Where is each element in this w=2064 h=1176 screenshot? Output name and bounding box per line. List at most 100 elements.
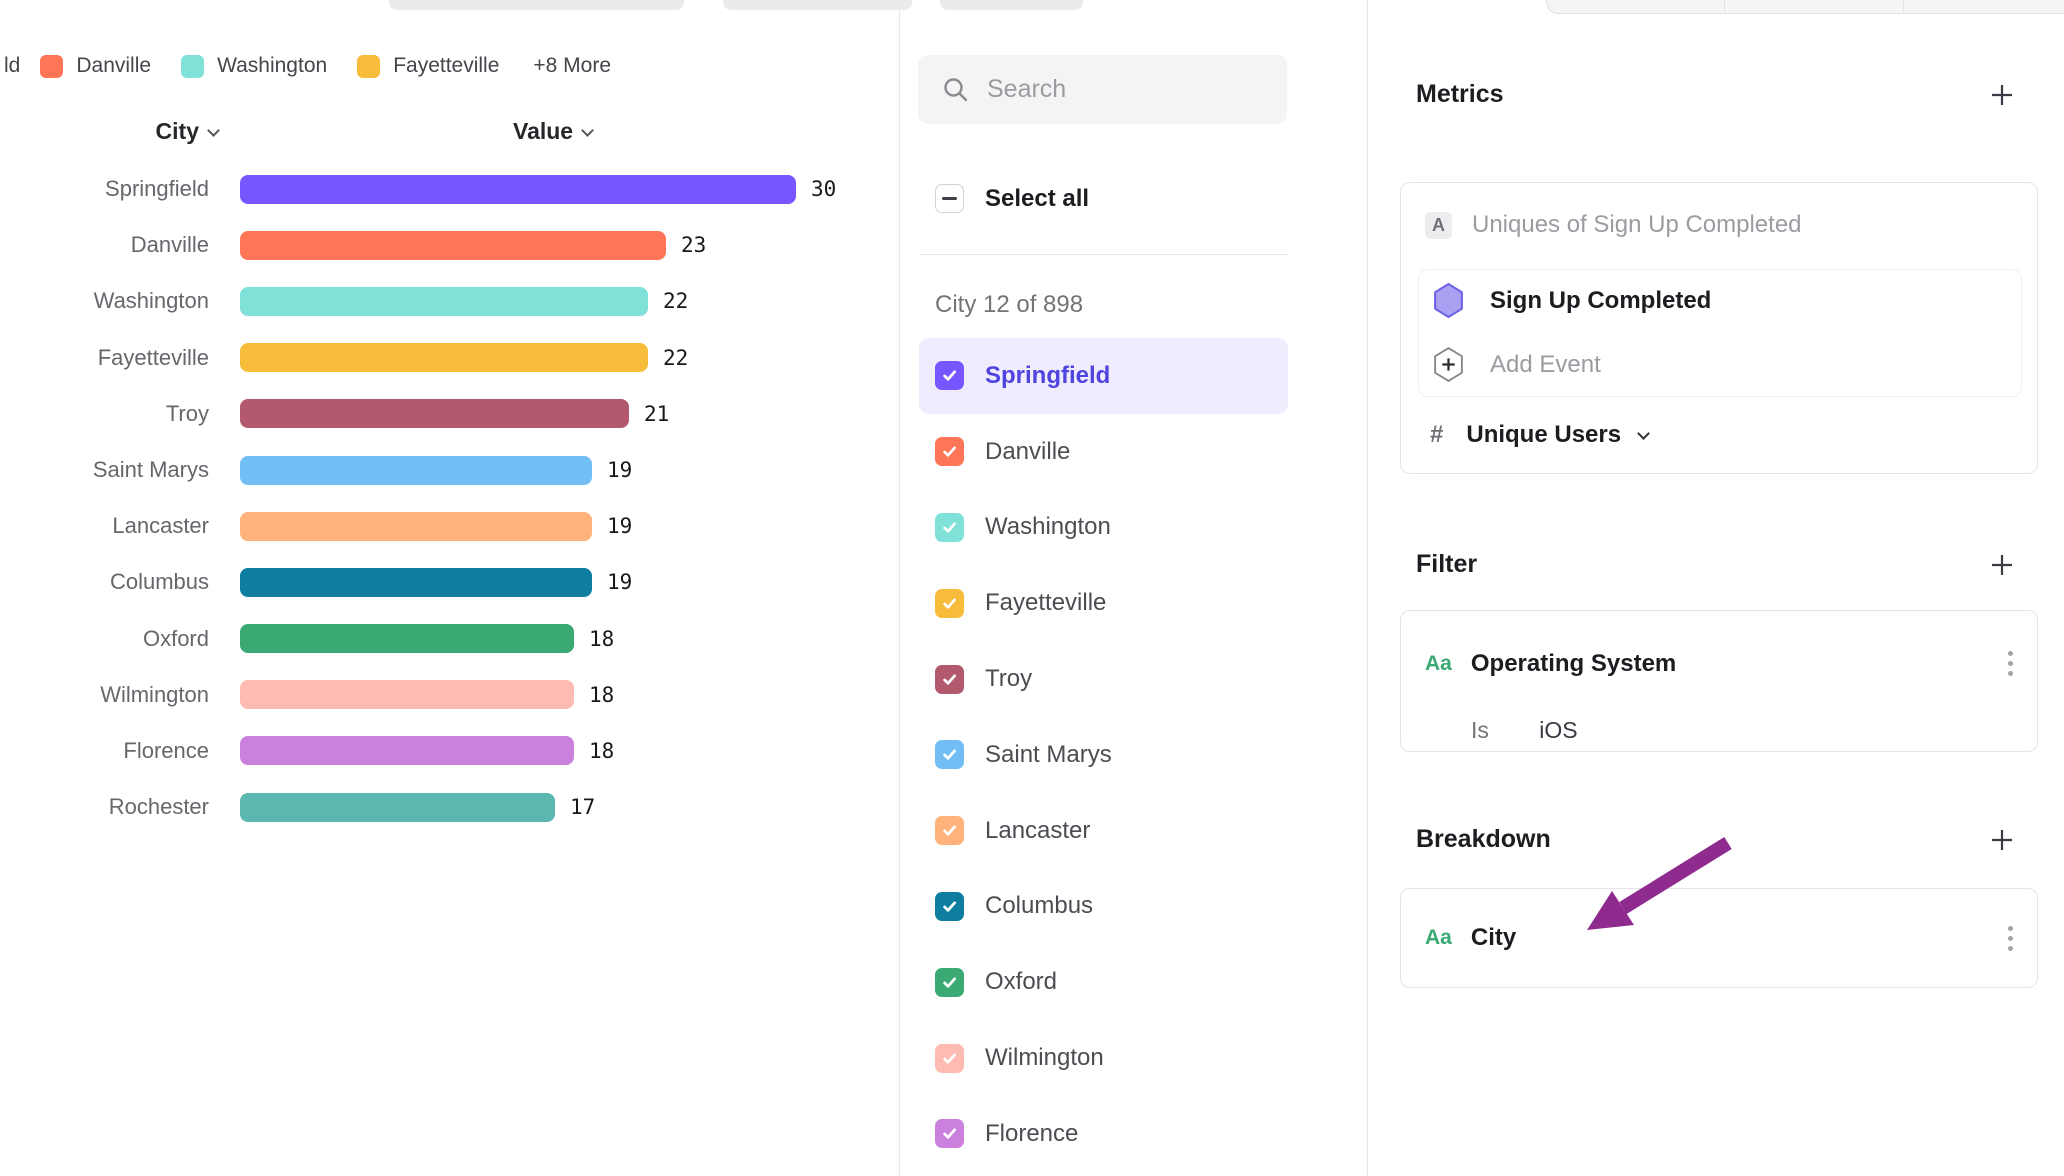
bar[interactable] [240,512,592,541]
bar-row: Troy 21 [0,386,899,442]
bar-category-label: Troy [0,401,209,427]
kebab-menu-icon[interactable] [2004,922,2017,955]
bar[interactable] [240,287,648,316]
city-checkbox[interactable] [935,665,964,694]
city-list-item[interactable]: Columbus [919,869,1288,945]
check-icon [941,519,958,536]
city-checkbox[interactable] [935,1119,964,1148]
legend-item[interactable]: Washington [181,54,327,78]
city-list-item[interactable]: Fayetteville [919,565,1288,641]
city-list-item[interactable]: Washington [919,490,1288,566]
search-box[interactable] [918,55,1287,124]
legend-item[interactable]: Fayetteville [357,54,499,78]
bar-row: Danville 23 [0,217,899,273]
select-all-label: Select all [985,185,1089,213]
chevron-down-icon [1637,427,1650,440]
bar[interactable] [240,736,574,765]
breakdown-section-header: Breakdown [1416,825,2016,854]
bar[interactable] [240,624,574,653]
bar[interactable] [240,231,666,260]
city-label: Oxford [985,968,1057,996]
bar[interactable] [240,175,796,204]
bar-row: Springfield 30 [0,161,899,217]
search-input[interactable] [987,75,1267,104]
check-icon [941,1050,958,1067]
measure-label: Unique Users [1466,421,1621,449]
bar[interactable] [240,343,648,372]
city-list-item[interactable]: Troy [919,641,1288,717]
event-name: Sign Up Completed [1490,287,1711,315]
plus-icon [1988,81,2016,109]
filter-operator[interactable]: Is [1471,717,1489,743]
bar[interactable] [240,793,555,822]
event-row[interactable]: Sign Up Completed [1433,283,1711,318]
add-metric-button[interactable] [1988,81,2016,109]
city-list-item[interactable]: Wilmington [919,1020,1288,1096]
tab-divider [1724,0,1725,13]
city-checkbox[interactable] [935,437,964,466]
legend-partial-label: ld [4,54,20,78]
city-label: Washington [985,513,1111,541]
bar[interactable] [240,456,592,485]
bar[interactable] [240,399,629,428]
bar-category-label: Saint Marys [0,457,209,483]
clipped-top-fragment [940,0,1083,10]
bar-value-label: 22 [663,289,688,313]
filter-property-row[interactable]: Aa Operating System [1425,647,2017,680]
select-all-row[interactable]: Select all [935,184,1089,213]
metrics-title: Metrics [1416,80,1504,109]
add-breakdown-button[interactable] [1988,826,2016,854]
city-list-item[interactable]: Oxford [919,944,1288,1020]
add-event-row[interactable]: Add Event [1433,347,1601,382]
city-checkbox[interactable] [935,892,964,921]
city-list-item[interactable]: Danville [919,414,1288,490]
bar-value-label: 17 [570,795,595,819]
city-checkbox[interactable] [935,361,964,390]
measure-dropdown[interactable]: # Unique Users [1430,421,1648,449]
city-checkbox[interactable] [935,740,964,769]
event-group-card: Sign Up Completed Add Event [1418,269,2022,397]
city-list-item[interactable]: Lancaster [919,793,1288,869]
city-list-item[interactable]: Springfield [919,338,1288,414]
city-label: Columbus [985,892,1093,920]
city-list: Springfield Danville Washington Fayettev… [919,338,1288,1172]
city-checkbox[interactable] [935,1044,964,1073]
chevron-down-icon [581,124,594,137]
city-checkbox[interactable] [935,816,964,845]
divider [919,254,1288,255]
bar-value-label: 19 [607,458,632,482]
select-all-checkbox[interactable] [935,184,964,213]
city-selector-panel: Select all City 12 of 898 Springfield Da… [899,0,1368,1176]
add-filter-button[interactable] [1988,551,2016,579]
bar-chart-rows: Springfield 30 Danville 23 Washington 22… [0,161,899,835]
city-checkbox[interactable] [935,513,964,542]
bar-category-label: Oxford [0,626,209,652]
city-label: Lancaster [985,817,1090,845]
metric-summary: Uniques of Sign Up Completed [1472,211,1802,239]
city-checkbox[interactable] [935,589,964,618]
kebab-menu-icon[interactable] [2004,647,2017,680]
breakdown-property-row[interactable]: Aa City [1425,889,2017,987]
sort-header-city[interactable]: City [0,118,218,145]
bar-value-label: 19 [607,570,632,594]
bar-category-label: Columbus [0,569,209,595]
bar[interactable] [240,680,574,709]
bar-value-label: 19 [607,514,632,538]
city-list-item[interactable]: Florence [919,1096,1288,1172]
breakdown-property: City [1471,924,1516,952]
legend-label: Washington [217,54,327,78]
legend-more-label[interactable]: +8 More [533,54,611,78]
bar-category-label: Fayetteville [0,345,209,371]
filter-value[interactable]: iOS [1539,717,1577,743]
check-icon [941,367,958,384]
check-icon [941,746,958,763]
add-event-label: Add Event [1490,351,1601,379]
inspector-panel: Metrics A Uniques of Sign Up Completed S… [1368,0,2064,1176]
legend-item[interactable]: Danville [40,54,151,78]
city-checkbox[interactable] [935,968,964,997]
bar[interactable] [240,568,592,597]
city-label: Troy [985,665,1032,693]
check-icon [941,595,958,612]
city-list-item[interactable]: Saint Marys [919,717,1288,793]
sort-header-value[interactable]: Value [513,118,592,145]
